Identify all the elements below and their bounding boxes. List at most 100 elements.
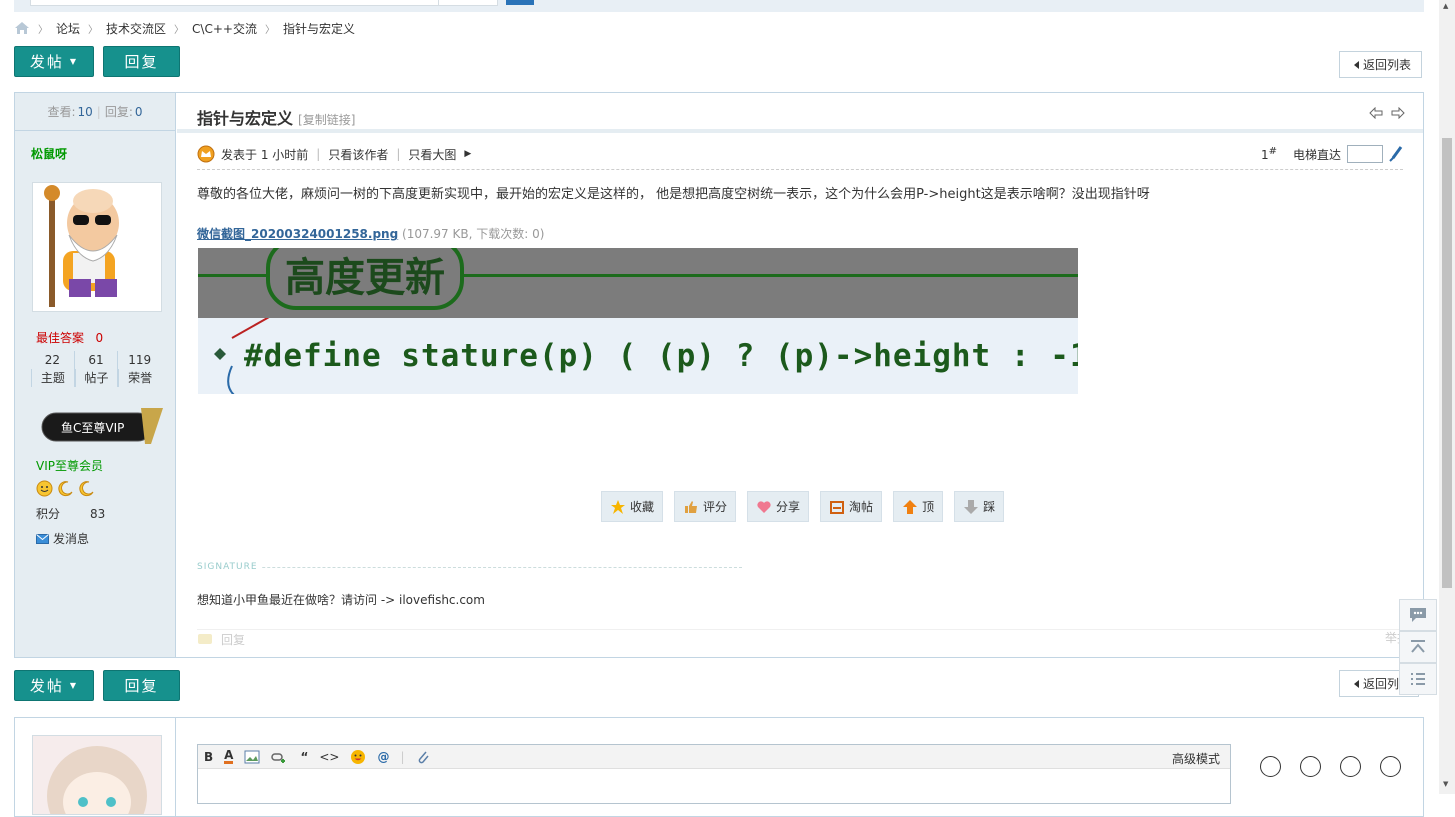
back-to-top-float-button[interactable] xyxy=(1399,631,1437,663)
new-post-label: 发帖 xyxy=(29,53,64,71)
reply-link[interactable]: 回复 xyxy=(221,631,245,648)
font-color-button[interactable]: A xyxy=(224,748,234,764)
breadcrumb-tech[interactable]: 技术交流区 xyxy=(106,20,166,37)
reply-editor[interactable]: B A “ <> @ | 高级模式 xyxy=(197,744,1231,804)
paperclip-icon[interactable] xyxy=(416,749,430,765)
scrollbar-thumb[interactable] xyxy=(1442,138,1452,588)
search-bar xyxy=(14,0,1424,12)
image-heading: 高度更新 xyxy=(266,248,464,310)
jump-icon[interactable] xyxy=(1389,146,1403,162)
back-label: 返回列表 xyxy=(1363,58,1412,72)
stat-label: 帖子 xyxy=(74,369,118,387)
author-name[interactable]: 松鼠呀 xyxy=(31,145,67,162)
post-meta: 发表于 1 小时前 | 只看该作者 | 只看大图 ▶ xyxy=(197,145,471,163)
chevron-down-icon: ▼ xyxy=(69,681,79,690)
new-post-button[interactable]: 发帖 ▼ xyxy=(14,46,94,77)
quote-icon[interactable]: “ xyxy=(300,750,308,764)
stat-value: 22 xyxy=(44,353,60,367)
breadcrumb-c[interactable]: C\C++交流 xyxy=(192,20,257,37)
share-button[interactable]: 分享 xyxy=(747,491,810,522)
only-big-link[interactable]: 只看大图 xyxy=(408,146,456,163)
attachment-image[interactable]: 高度更新 #define stature(p) ( (p) ? (p)->hei… xyxy=(198,248,1078,394)
reply-label: 回复 xyxy=(124,677,159,695)
home-icon[interactable] xyxy=(14,21,30,35)
stat-honor[interactable]: 119 荣誉 xyxy=(117,351,161,387)
scroll-down-icon[interactable]: ▼ xyxy=(1443,780,1448,788)
floor-mark: # xyxy=(1268,146,1277,157)
image-code-band: #define stature(p) ( (p) ? (p)->height :… xyxy=(198,318,1078,394)
user-group[interactable]: VIP至尊会员 xyxy=(36,457,103,474)
back-to-list-button[interactable]: 返回列表 xyxy=(1339,51,1423,78)
send-message-label: 发消息 xyxy=(53,532,90,546)
upvote-label: 顶 xyxy=(922,500,935,514)
avatar[interactable] xyxy=(32,182,162,312)
stat-threads[interactable]: 22 主题 xyxy=(31,351,74,387)
moon-medal-icon[interactable] xyxy=(57,480,74,497)
prev-thread-icon[interactable] xyxy=(1369,107,1383,119)
smiley-panel xyxy=(1260,756,1401,777)
new-post-button-bottom[interactable]: 发帖 ▼ xyxy=(14,670,94,701)
reply-button[interactable]: 回复 xyxy=(103,46,180,77)
star-icon xyxy=(611,499,625,514)
scroll-up-icon[interactable]: ▲ xyxy=(1443,2,1448,10)
attachment-link[interactable]: 微信截图_20200324001258.png xyxy=(197,227,398,241)
online-status-icon xyxy=(197,145,215,163)
triangle-right-icon[interactable]: ▶ xyxy=(464,149,471,159)
floor-info: 1# 电梯直达 xyxy=(1261,145,1403,163)
quick-reply-float-button[interactable] xyxy=(1399,599,1437,631)
reply-button-bottom[interactable]: 回复 xyxy=(103,670,180,701)
score-value: 83 xyxy=(90,507,106,521)
search-input[interactable] xyxy=(30,0,440,6)
arrow-up-icon xyxy=(903,499,918,514)
scrollbar[interactable]: ▲ ▼ xyxy=(1439,0,1455,794)
breadcrumb: 〉论坛 〉技术交流区 〉 C\C++交流 〉指针与宏定义 xyxy=(14,20,355,36)
favorite-button[interactable]: 收藏 xyxy=(601,491,664,522)
search-type-select[interactable] xyxy=(438,0,498,6)
upvote-button[interactable]: 顶 xyxy=(893,491,944,522)
smiley-icon[interactable] xyxy=(1300,756,1321,777)
floor-number[interactable]: 1# xyxy=(1261,146,1277,162)
breadcrumb-current[interactable]: 指针与宏定义 xyxy=(283,20,355,37)
copy-link[interactable]: [复制链接] xyxy=(298,111,355,128)
mention-icon[interactable]: @ xyxy=(377,750,389,764)
comment-icon xyxy=(198,633,212,644)
stat-value: 119 xyxy=(128,353,152,367)
vip-badge: 鱼C至尊VIP xyxy=(41,408,163,446)
smile-medal-icon[interactable] xyxy=(36,480,53,497)
image-code: #define stature(p) ( (p) ? (p)->height :… xyxy=(244,338,1078,374)
list-float-button[interactable] xyxy=(1399,663,1437,695)
post-main: 指针与宏定义 [复制链接] 发表于 1 小时前 | 只看该作者 | 只看大图 ▶ 1… xyxy=(177,93,1423,657)
moon-medal-icon[interactable] xyxy=(78,480,95,497)
smiley-icon[interactable] xyxy=(1380,756,1401,777)
link-icon[interactable] xyxy=(271,750,289,764)
search-button[interactable] xyxy=(506,0,534,5)
bold-button[interactable]: B xyxy=(204,750,213,764)
post-container: 查看: 10 | 回复: 0 松鼠呀 最佳答案 0 22 主题 61 帖子 11… xyxy=(14,92,1424,658)
stat-posts[interactable]: 61 帖子 xyxy=(73,351,118,387)
font-color-label: A xyxy=(224,748,234,762)
current-user-avatar[interactable] xyxy=(32,735,162,817)
rate-button[interactable]: 评分 xyxy=(674,491,737,522)
smiley-icon[interactable] xyxy=(1260,756,1281,777)
next-thread-icon[interactable] xyxy=(1391,107,1405,119)
elevator-input[interactable] xyxy=(1347,145,1383,163)
downvote-button[interactable]: 踩 xyxy=(954,491,1005,522)
smiley-icon[interactable] xyxy=(1340,756,1361,777)
code-icon[interactable]: <> xyxy=(319,750,339,764)
editor-toolbar: B A “ <> @ | 高级模式 xyxy=(198,745,1230,769)
floor-number-value: 1 xyxy=(1260,148,1269,162)
thumb-up-icon xyxy=(685,500,698,513)
breadcrumb-forum[interactable]: 论坛 xyxy=(56,20,80,37)
emoji-icon[interactable] xyxy=(350,749,366,765)
arrow-top-icon xyxy=(1411,640,1425,653)
only-author-link[interactable]: 只看该作者 xyxy=(328,146,388,163)
advanced-mode-link[interactable]: 高级模式 xyxy=(1172,750,1220,767)
downvote-label: 踩 xyxy=(983,500,996,514)
collect-thread-button[interactable]: 淘帖 xyxy=(820,491,883,522)
signature-divider: SIGNATURE xyxy=(197,562,742,572)
replies-label: 回复: xyxy=(104,105,133,119)
image-icon[interactable] xyxy=(244,750,260,764)
back-label: 返回列 xyxy=(1363,677,1400,691)
send-message-link[interactable]: 发消息 xyxy=(36,530,89,547)
vip-badge-label: 鱼C至尊VIP xyxy=(61,421,125,435)
